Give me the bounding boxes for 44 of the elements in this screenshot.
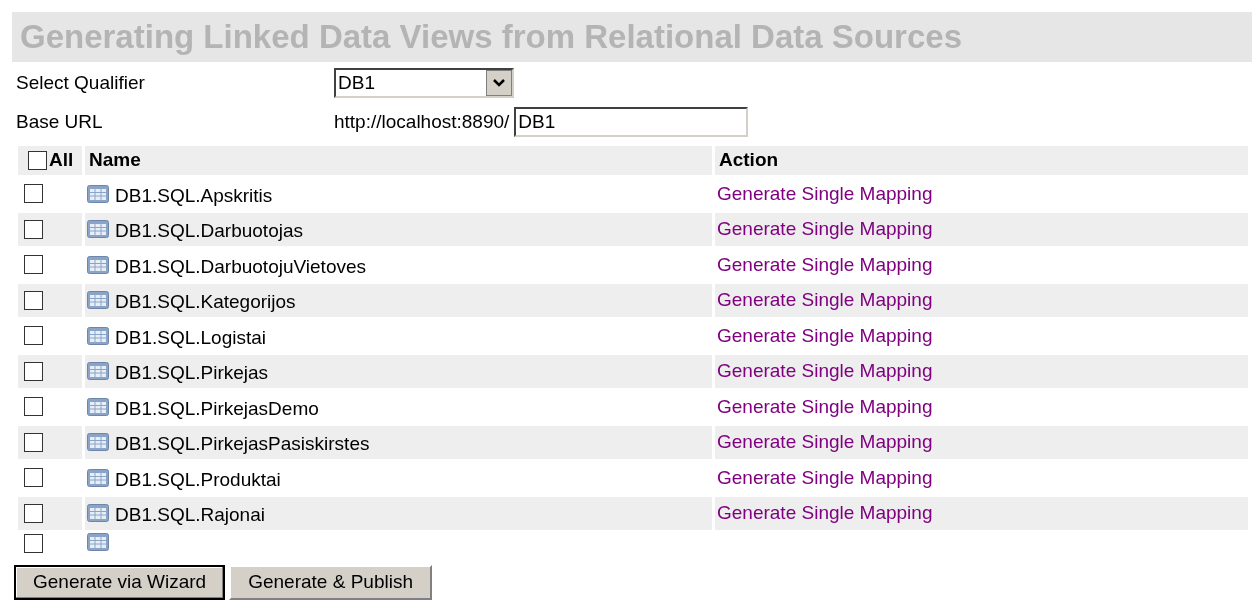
table-icon — [87, 326, 109, 345]
table-name: DB1.SQL.Produktai — [115, 467, 281, 492]
action-button[interactable]: Generate via Wizard — [14, 565, 226, 600]
column-header: Action — [715, 146, 1248, 175]
checkbox[interactable] — [24, 361, 43, 381]
table-name: DB1.SQL.DarbuotojuVietoves — [115, 254, 367, 279]
field-label: Select Qualifier — [16, 70, 146, 95]
checkbox[interactable] — [24, 432, 43, 452]
field-label: Base URL — [16, 109, 104, 134]
table-icon — [87, 397, 109, 416]
table-name: DB1.SQL.Logistai — [115, 325, 267, 350]
checkbox[interactable] — [24, 397, 43, 417]
table-icon — [87, 468, 109, 487]
table-icon — [87, 255, 109, 274]
qualifier-dropdown[interactable]: DB1 — [334, 68, 514, 98]
checkbox[interactable] — [28, 150, 47, 170]
table-icon — [87, 532, 109, 551]
column-header: Name — [85, 146, 712, 175]
generate-mapping-link[interactable]: Generate Single Mapping — [717, 321, 933, 350]
generate-mapping-link[interactable]: Generate Single Mapping — [717, 179, 933, 208]
action-button[interactable]: Generate & Publish — [229, 565, 432, 600]
table-name: DB1.SQL.Pirkejas — [115, 361, 269, 385]
checkbox[interactable] — [24, 468, 43, 488]
table-name: DB1.SQL.Darbuotojas — [115, 219, 303, 243]
checkbox[interactable] — [24, 290, 43, 310]
generate-mapping-link[interactable]: Generate Single Mapping — [717, 463, 933, 492]
generate-mapping-link[interactable]: Generate Single Mapping — [717, 392, 933, 421]
table-name: DB1.SQL.Apskritis — [115, 183, 273, 208]
checkbox[interactable] — [24, 533, 43, 553]
table-name: DB1.SQL.PirkejasDemo — [115, 396, 319, 421]
checkbox[interactable] — [24, 326, 43, 346]
table-name: DB1.SQL.PirkejasPasiskirstes — [115, 432, 370, 456]
checkbox[interactable] — [24, 255, 43, 275]
generate-mapping-link[interactable]: Generate Single Mapping — [717, 250, 933, 279]
table-name: DB1.SQL.Kategorijos — [115, 290, 296, 314]
checkbox[interactable] — [24, 184, 43, 204]
chevron-down-icon — [486, 70, 512, 96]
table-name: DB1.SQL.Rajonai — [115, 503, 265, 527]
table-icon — [87, 184, 109, 203]
url-prefix: http://localhost:8890/ — [334, 109, 510, 134]
checkbox[interactable] — [24, 219, 43, 239]
checkbox[interactable] — [24, 503, 43, 523]
base-url-field[interactable]: DB1 — [514, 107, 749, 137]
column-header: All — [49, 148, 74, 172]
